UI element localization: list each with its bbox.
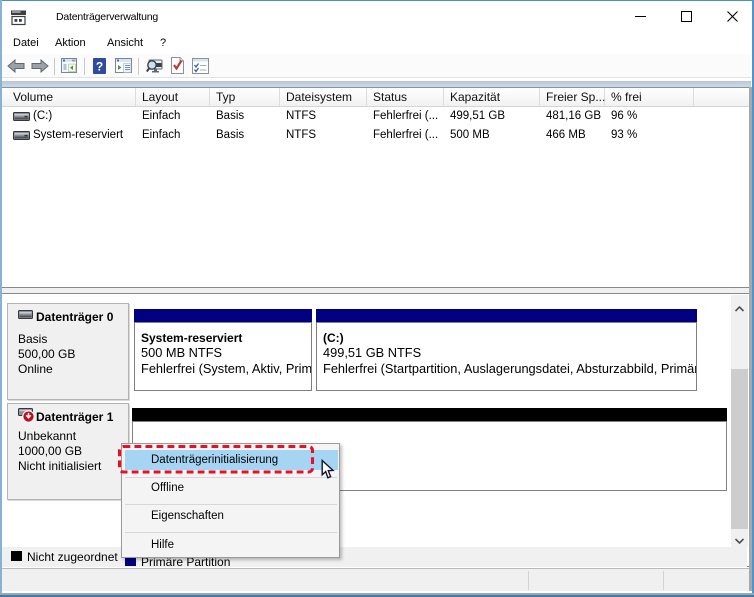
- svg-text:?: ?: [96, 60, 103, 74]
